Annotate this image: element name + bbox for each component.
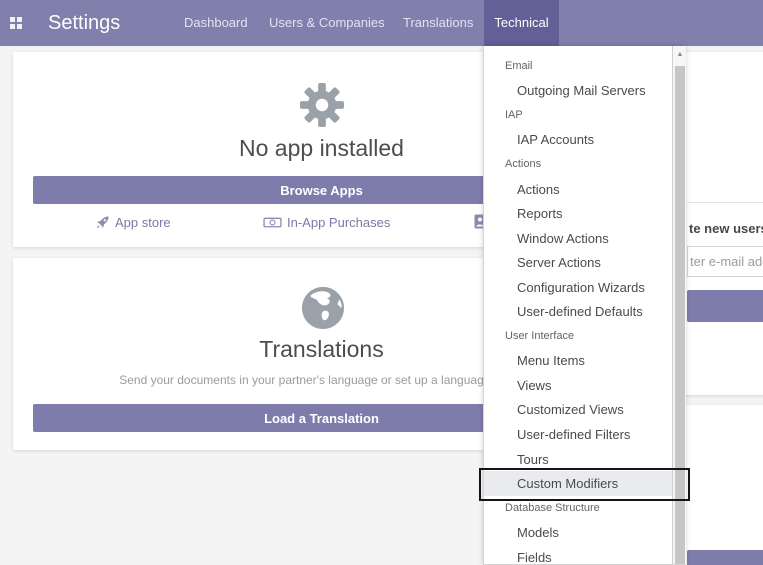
- menu-item-user-defined-filters[interactable]: User-defined Filters: [484, 422, 672, 447]
- app-store-label: App store: [115, 215, 171, 230]
- dropdown-scrollbar[interactable]: ▲: [672, 46, 686, 565]
- menu-item-configuration-wizards[interactable]: Configuration Wizards: [484, 275, 672, 300]
- nav-item-users-companies[interactable]: Users & Companies: [269, 0, 385, 46]
- menu-item-custom-modifiers[interactable]: Custom Modifiers: [484, 471, 672, 496]
- menu-section-user-interface: User Interface: [484, 324, 672, 349]
- gear-icon: [299, 82, 345, 128]
- menu-section-iap: IAP: [484, 103, 672, 128]
- menu-item-menu-items[interactable]: Menu Items: [484, 349, 672, 374]
- settings-page: No app installed Browse Apps App store I…: [0, 0, 763, 565]
- menu-item-window-actions[interactable]: Window Actions: [484, 226, 672, 251]
- extra-card-button[interactable]: [687, 550, 763, 565]
- app-store-link[interactable]: App store: [95, 214, 171, 230]
- main-navbar: Settings Dashboard Users & Companies Trans…: [0, 0, 763, 46]
- nav-item-technical[interactable]: Technical: [484, 0, 559, 46]
- scrollbar-thumb[interactable]: [675, 66, 685, 565]
- menu-item-actions[interactable]: Actions: [484, 177, 672, 202]
- app-title[interactable]: Settings: [48, 0, 120, 46]
- menu-item-outgoing-mail-servers[interactable]: Outgoing Mail Servers: [484, 79, 672, 104]
- menu-item-models[interactable]: Models: [484, 520, 672, 545]
- menu-item-iap-accounts[interactable]: IAP Accounts: [484, 128, 672, 153]
- dropdown-list: EmailOutgoing Mail ServersIAPIAP Account…: [484, 54, 672, 565]
- users-card-divider: [687, 202, 763, 203]
- invite-button[interactable]: [687, 290, 763, 322]
- menu-item-user-defined-defaults[interactable]: User-defined Defaults: [484, 299, 672, 324]
- menu-item-customized-views[interactable]: Customized Views: [484, 398, 672, 423]
- globe-icon: [300, 285, 346, 331]
- in-app-purchases-label: In-App Purchases: [287, 215, 390, 230]
- menu-item-tours[interactable]: Tours: [484, 447, 672, 472]
- nav-item-dashboard[interactable]: Dashboard: [184, 0, 248, 46]
- invite-email-input[interactable]: [687, 246, 763, 277]
- menu-item-views[interactable]: Views: [484, 373, 672, 398]
- rocket-icon: [95, 215, 110, 230]
- menu-section-actions: Actions: [484, 152, 672, 177]
- nav-item-translations[interactable]: Translations: [403, 0, 473, 46]
- invite-users-heading: te new users: [689, 221, 763, 236]
- apps-grid-icon[interactable]: [10, 17, 23, 30]
- in-app-purchases-link[interactable]: In-App Purchases: [263, 214, 390, 230]
- scroll-up-icon[interactable]: ▲: [673, 48, 686, 62]
- menu-section-database-structure: Database Structure: [484, 496, 672, 521]
- menu-section-email: Email: [484, 54, 672, 79]
- menu-item-reports[interactable]: Reports: [484, 201, 672, 226]
- menu-item-server-actions[interactable]: Server Actions: [484, 250, 672, 275]
- menu-item-fields[interactable]: Fields: [484, 545, 672, 565]
- banknote-icon: [263, 215, 282, 230]
- technical-dropdown-menu: EmailOutgoing Mail ServersIAPIAP Account…: [483, 46, 686, 565]
